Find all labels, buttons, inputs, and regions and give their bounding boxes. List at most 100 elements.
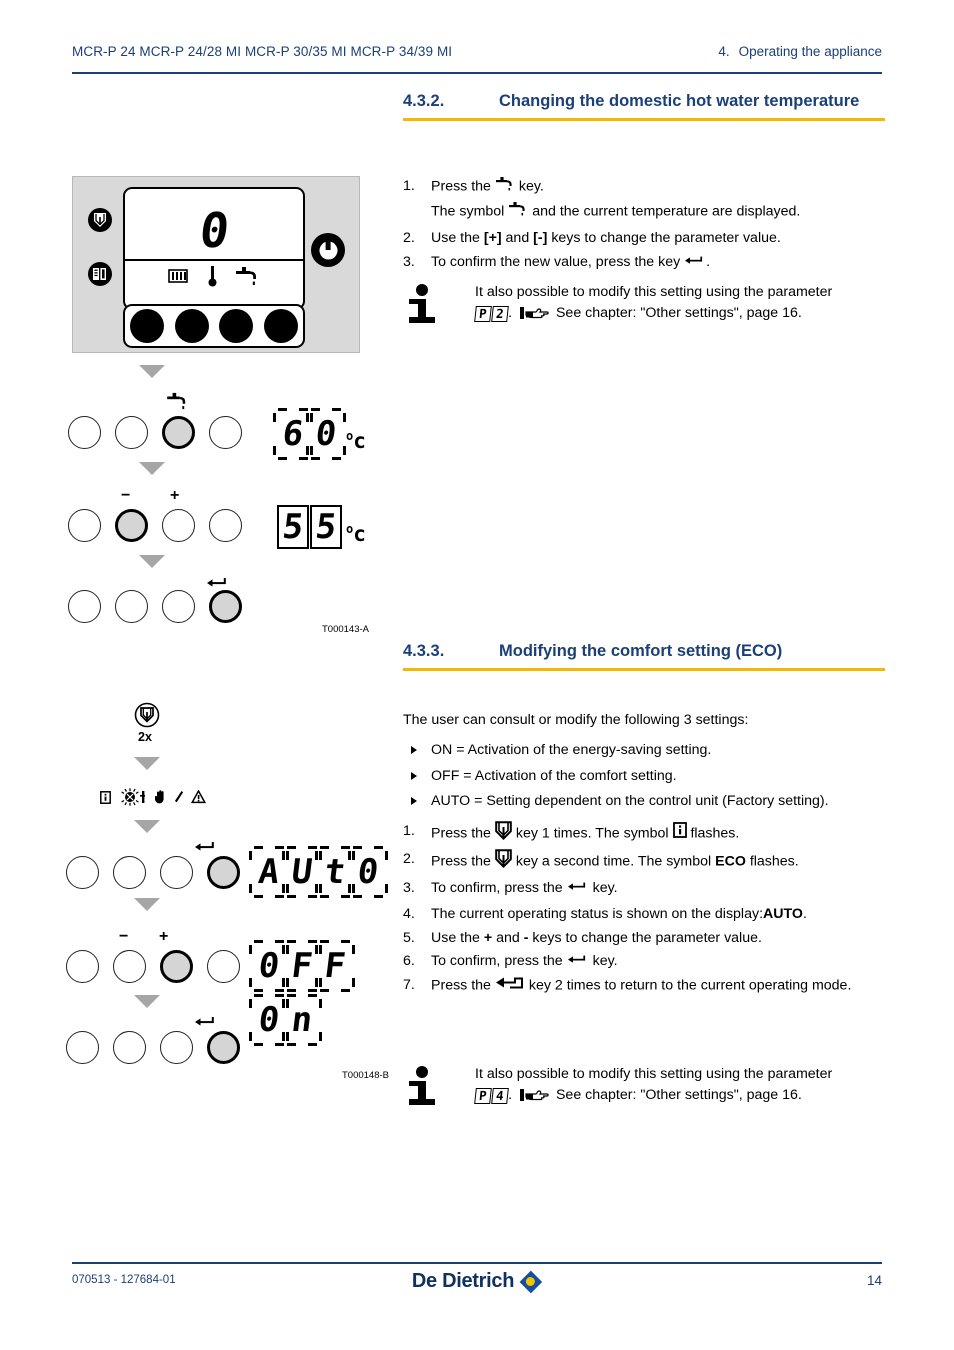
- mode-icon: [495, 820, 512, 847]
- brand-logo: De Dietrich: [412, 1270, 542, 1293]
- pointing-hand-icon: [519, 1087, 554, 1103]
- key-2-selected[interactable]: [115, 509, 148, 542]
- step-text: key 2 times to return to the current ope…: [528, 977, 852, 993]
- bullet-text: AUTO = Setting dependent on the control …: [431, 793, 829, 809]
- flow-arrow-down: [134, 757, 160, 770]
- header-chapter-number: 4.: [718, 44, 730, 59]
- param-char-1: P: [474, 306, 492, 322]
- page-footer: 070513 - 127684-01 De Dietrich 14: [72, 1268, 882, 1302]
- key-row-minus-plus[interactable]: [68, 509, 242, 542]
- key-3[interactable]: [160, 856, 193, 889]
- settings-bullet-list: ON = Activation of the energy-saving set…: [403, 740, 885, 812]
- note-line-2: P4. See chapter: "Other settings", page …: [474, 1085, 885, 1106]
- panel-button-2[interactable]: [174, 309, 209, 343]
- power-icon[interactable]: [309, 231, 347, 274]
- key-3[interactable]: [160, 1031, 193, 1064]
- lcd-char: F: [315, 940, 355, 992]
- bullet-triangle-icon: [411, 746, 417, 754]
- minus-key-label: −: [121, 487, 131, 504]
- lcd-unit: oc: [346, 429, 366, 453]
- key-2[interactable]: [115, 416, 148, 449]
- page-header: MCR-P 24 MCR-P 24/28 MI MCR-P 30/35 MI M…: [72, 44, 882, 74]
- minus-key-label: [-]: [533, 230, 548, 246]
- header-divider: [72, 72, 882, 74]
- enter-arrow-icon: [567, 951, 589, 972]
- key-1[interactable]: [68, 416, 101, 449]
- note-line-1: It also possible to modify this setting …: [475, 1066, 833, 1082]
- key-row-minus-plus[interactable]: [66, 950, 240, 983]
- lcd-icon-row: [125, 265, 303, 292]
- key-4[interactable]: [209, 416, 242, 449]
- key-1[interactable]: [66, 1031, 99, 1064]
- lcd-char: 0: [306, 408, 346, 460]
- lcd-screen: 0: [123, 187, 305, 310]
- key-row-enter[interactable]: [66, 856, 240, 889]
- lcd-char: 6: [273, 408, 313, 460]
- step-number: 4.: [403, 906, 415, 922]
- lcd-char: n: [282, 994, 322, 1046]
- step-text: Press the: [431, 178, 491, 195]
- lcd-digit: 0: [125, 203, 303, 259]
- key-1[interactable]: [68, 590, 101, 623]
- key-row-enter[interactable]: [66, 1031, 240, 1064]
- key-4-selected[interactable]: [207, 1031, 240, 1064]
- step-item: 6. To confirm, press the key.: [403, 951, 885, 972]
- panel-button-4[interactable]: [263, 309, 298, 343]
- step-number: 6.: [403, 953, 415, 969]
- section-432-steps: 1. Press the key. The symbol and the cur…: [403, 176, 885, 275]
- step-number: 1.: [403, 178, 415, 194]
- key-2[interactable]: [113, 950, 146, 983]
- enter-arrow-icon: [567, 878, 589, 899]
- lcd-char-value: F: [322, 946, 348, 986]
- flow-arrow-down: [139, 555, 165, 568]
- panel-button-3[interactable]: [219, 309, 254, 343]
- key-3[interactable]: [162, 509, 195, 542]
- key-4[interactable]: [209, 509, 242, 542]
- bullet-item: AUTO = Setting dependent on the control …: [403, 791, 885, 812]
- lcd-char: 0: [249, 940, 289, 992]
- lcd-display-on: 0 n: [249, 994, 322, 1046]
- key-2[interactable]: [113, 856, 146, 889]
- section-432-rule: [403, 118, 885, 122]
- key-3-selected[interactable]: [162, 416, 195, 449]
- key-row-enter[interactable]: [68, 590, 242, 623]
- note-line-1: It also possible to modify this setting …: [475, 284, 833, 300]
- step-text-after: .: [706, 253, 711, 270]
- note-432: It also possible to modify this setting …: [403, 282, 885, 324]
- key-row-tap[interactable]: [68, 416, 242, 449]
- note-text: It also possible to modify this setting …: [474, 1064, 885, 1106]
- section-432-title: Changing the domestic hot water temperat…: [499, 92, 860, 110]
- panel-button-row[interactable]: [123, 304, 305, 348]
- lcd-digit-value: 0: [196, 203, 232, 259]
- step-text: key a second time. The symbol: [515, 853, 712, 870]
- step-text: Press the: [431, 825, 491, 841]
- step-text: To confirm, press the: [431, 953, 563, 969]
- key-4-selected[interactable]: [209, 590, 242, 623]
- lcd-char: F: [282, 940, 322, 992]
- key-1[interactable]: [66, 950, 99, 983]
- key-4-selected[interactable]: [207, 856, 240, 889]
- step-number: 5.: [403, 929, 415, 946]
- key-1[interactable]: [68, 509, 101, 542]
- panel-button-1[interactable]: [130, 309, 165, 343]
- bullet-triangle-icon: [411, 797, 417, 805]
- key-4[interactable]: [207, 950, 240, 983]
- lcd-display-55: 5 5 oc: [277, 505, 366, 549]
- flow-arrow-down: [134, 898, 160, 911]
- key-2[interactable]: [113, 1031, 146, 1064]
- section-433-intro: The user can consult or modify the follo…: [403, 712, 749, 728]
- step-text: flashes.: [749, 853, 799, 870]
- section-432-heading: 4.3.2. Changing the domestic hot water t…: [403, 90, 885, 112]
- lcd-char: 0: [249, 994, 289, 1046]
- key-3-selected[interactable]: [160, 950, 193, 983]
- param-char-2: 4: [490, 1088, 508, 1104]
- key-3[interactable]: [162, 590, 195, 623]
- escape-arrow-icon: [495, 975, 525, 997]
- key-1[interactable]: [66, 856, 99, 889]
- section-433: 4.3.3. Modifying the comfort setting (EC…: [403, 640, 885, 672]
- hand-icon: [154, 790, 166, 809]
- step-text: and: [496, 929, 520, 946]
- key-2[interactable]: [115, 590, 148, 623]
- step-item: 3. To confirm, press the key.: [403, 878, 885, 899]
- lcd-char-value: 0: [313, 414, 339, 454]
